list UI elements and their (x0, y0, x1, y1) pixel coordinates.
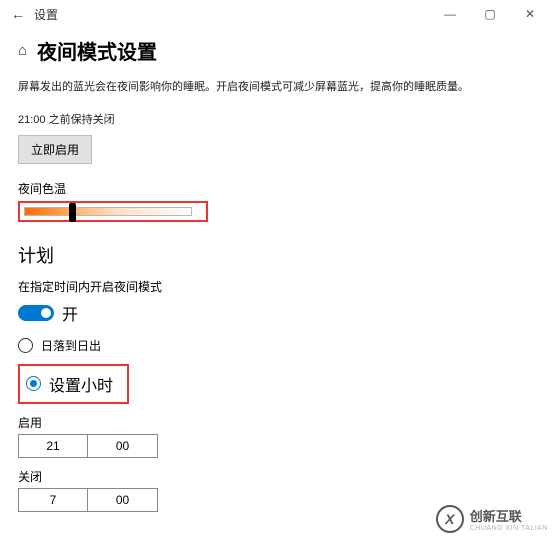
turn-on-time[interactable]: 21 00 (18, 434, 536, 458)
title-bar: ← 设置 — ▢ ✕ (0, 0, 554, 28)
toggle-state-label: 开 (62, 301, 78, 325)
set-hours-highlight: 设置小时 (18, 364, 129, 404)
turn-off-minute[interactable]: 00 (88, 488, 158, 512)
schedule-toggle-row: 开 (18, 301, 536, 325)
status-line: 21:00 之前保持关闭 (18, 111, 536, 127)
content-area: ⌂ 夜间模式设置 屏幕发出的蓝光会在夜间影响你的睡眠。开启夜间模式可减少屏幕蓝光… (0, 28, 554, 516)
radio-inner-dot (30, 380, 37, 387)
watermark-sub: CHUANG XIN TALIAN (470, 525, 548, 532)
window-controls: — ▢ ✕ (430, 0, 550, 28)
slider-thumb[interactable] (69, 203, 76, 222)
close-button[interactable]: ✕ (510, 0, 550, 28)
color-temp-slider[interactable] (24, 207, 192, 216)
turn-on-now-button[interactable]: 立即启用 (18, 135, 92, 164)
schedule-description: 在指定时间内开启夜间模式 (18, 278, 536, 295)
turn-on-label: 启用 (18, 414, 536, 431)
color-temp-highlight (18, 201, 208, 222)
window-title: 设置 (32, 6, 58, 23)
slider-label: 夜间色温 (18, 180, 536, 197)
minimize-button[interactable]: — (430, 0, 470, 28)
turn-off-label: 关闭 (18, 468, 536, 485)
back-icon[interactable]: ← (4, 6, 32, 22)
page-description: 屏幕发出的蓝光会在夜间影响你的睡眠。开启夜间模式可减少屏幕蓝光，提高你的睡眠质量… (18, 79, 536, 97)
watermark-text-group: 创新互联 CHUANG XIN TALIAN (470, 506, 548, 532)
turn-off-hour[interactable]: 7 (18, 488, 88, 512)
toggle-knob (41, 308, 51, 318)
watermark-brand: 创新互联 (470, 506, 548, 525)
home-icon[interactable]: ⌂ (18, 42, 27, 59)
maximize-button[interactable]: ▢ (470, 0, 510, 28)
turn-on-minute[interactable]: 00 (88, 434, 158, 458)
radio-icon-on[interactable] (26, 376, 41, 391)
radio-set-hours-label: 设置小时 (49, 372, 113, 396)
radio-icon-off (18, 338, 33, 353)
page-heading-row: ⌂ 夜间模式设置 (18, 36, 536, 65)
schedule-heading: 计划 (18, 242, 536, 268)
turn-on-hour[interactable]: 21 (18, 434, 88, 458)
watermark-logo: X (436, 505, 464, 533)
schedule-toggle[interactable] (18, 305, 54, 321)
watermark: X 创新互联 CHUANG XIN TALIAN (436, 505, 548, 533)
radio-sunset-label: 日落到日出 (41, 337, 101, 354)
radio-sunset[interactable]: 日落到日出 (18, 337, 536, 354)
page-title: 夜间模式设置 (37, 36, 157, 65)
